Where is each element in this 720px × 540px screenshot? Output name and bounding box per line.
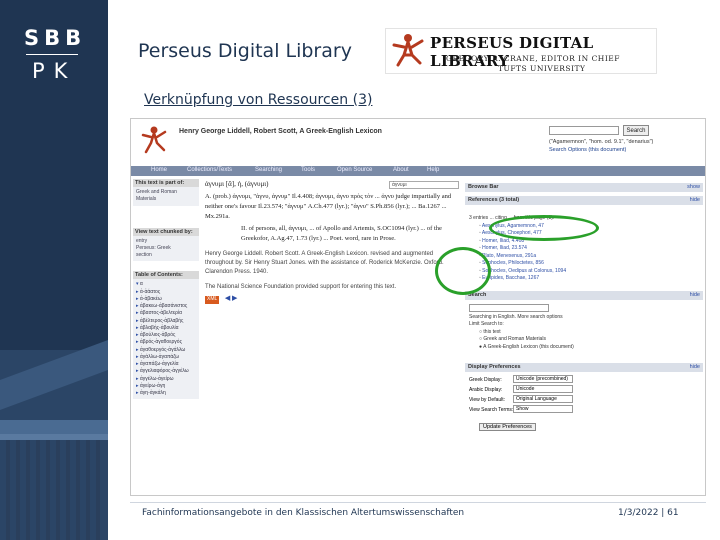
part-of-box: Greek and Roman Materials xyxy=(133,187,199,206)
toc-item[interactable]: ▸ ἀβέλτερος-ἀβλαβής xyxy=(136,318,196,325)
lexicon-entry: ἀγνυμι ἀγνυμι [ᾱ], ἡ, (ἀγνυμι) A. (prob.… xyxy=(205,179,461,495)
limit-radio-greek-roman[interactable]: ○ Greek and Roman Materials xyxy=(469,336,699,344)
highlight-oval-text-links xyxy=(435,247,491,295)
update-preferences-button[interactable]: Update Preferences xyxy=(479,423,536,431)
site-nav: Home Collections/Texts Searching Tools O… xyxy=(131,166,705,176)
browse-bar-heading: Browse Bar show xyxy=(465,183,703,192)
source-citation: Henry George Liddell. Robert Scott. A Gr… xyxy=(205,251,444,276)
pref-view-default: View by Default: Original Language xyxy=(465,395,703,405)
toc-item[interactable]: ▸ ἀγαθοεργός-ἀγάλλω xyxy=(136,347,196,354)
search-hint: ("Agamemnon", "hom. od. 9.1", "denarius"… xyxy=(549,139,654,145)
toc-item[interactable]: ▸ ἀγγελιαφόρος-ἀγγέλω xyxy=(136,368,196,375)
nav-open-source[interactable]: Open Source xyxy=(337,167,372,173)
sbb-sidebar: SBB PK xyxy=(0,0,108,540)
nav-searching[interactable]: Searching xyxy=(255,167,282,173)
toc-item[interactable]: ▸ ἀβαστος-ἀβελτερία xyxy=(136,310,196,317)
view-chunked-box: entry Perseus: Greek section xyxy=(133,235,199,262)
nav-home[interactable]: Home xyxy=(151,167,167,173)
toc-item[interactable]: ▸ ἀβρός-ἀγαθοεργός xyxy=(136,339,196,346)
perseus-screenshot: Henry George Liddell, Robert Scott, A Gr… xyxy=(130,118,706,496)
chunk-entry-link[interactable]: entry xyxy=(136,238,196,245)
xml-button[interactable]: XML xyxy=(205,296,220,304)
logo-divider xyxy=(26,54,78,55)
sense-2: II. of persons, all, ἀγνυμι, ... of Apol… xyxy=(241,225,442,243)
footer-text: Fachinformationsangebote in den Klassisc… xyxy=(142,508,465,518)
pref-arabic-display: Arabic Display: Unicode xyxy=(465,385,703,395)
reference-link[interactable]: ◦ Euripides, Bacchae, 1267 xyxy=(469,275,699,283)
pref-search-terms: View Search Terms: Show xyxy=(465,405,703,415)
left-column: This text is part of: Greek and Roman Ma… xyxy=(133,179,199,495)
chunk-section-link[interactable]: section xyxy=(136,252,196,259)
footer-date-page: 1/3/2022 | 61 xyxy=(618,508,679,518)
entry-search-input[interactable]: ἀγνυμι xyxy=(389,181,459,189)
search-language-note: Searching in English. More search option… xyxy=(469,313,563,320)
search-panel-heading: Search hide xyxy=(465,290,703,300)
building-photo xyxy=(0,310,108,540)
toc-item[interactable]: ▸ ἀ-ἀάατος xyxy=(136,289,196,296)
pref-greek-display: Greek Display: Unicode (precombined) xyxy=(465,375,703,385)
toc-list: ▾ α ▸ ἀ-ἀάατος ▸ ἀ-ἀβακέω ▸ ἀβακεω-ἀβασά… xyxy=(133,279,199,400)
toc-item[interactable]: ▸ ἀγάλλω-ἀγαπάζω xyxy=(136,354,196,361)
perseus-figure-icon xyxy=(392,34,424,67)
nav-help[interactable]: Help xyxy=(427,167,439,173)
banner-university: TUFTS UNIVERSITY xyxy=(498,64,586,73)
perseus-logo-icon xyxy=(141,126,167,154)
arabic-display-select[interactable]: Unicode xyxy=(513,385,573,393)
logo-top: SBB xyxy=(24,26,87,50)
site-search-input[interactable] xyxy=(549,126,619,135)
references-toggle[interactable]: hide xyxy=(690,197,700,203)
view-chunked-heading: View text chunked by: xyxy=(133,227,199,236)
slide-title: Perseus Digital Library xyxy=(138,40,352,62)
part-of-heading: This text is part of: xyxy=(133,179,199,187)
logo-bottom: PK xyxy=(32,59,77,83)
sbb-logo: SBB PK xyxy=(24,26,86,83)
search-panel-toggle[interactable]: hide xyxy=(690,292,700,298)
preferences-panel: Greek Display: Unicode (precombined) Ara… xyxy=(465,372,703,433)
toc-item[interactable]: ▸ ἀγγέλω-ἀγείρω xyxy=(136,376,196,383)
perseus-banner: PERSEUS DIGITAL LIBRARY GREGORY R. CRANE… xyxy=(385,28,657,74)
view-default-select[interactable]: Original Language xyxy=(513,395,573,403)
nav-collections[interactable]: Collections/Texts xyxy=(187,167,232,173)
slide-subtitle: Verknüpfung von Ressourcen (3) xyxy=(144,92,373,108)
limit-radio-this-text[interactable]: ○ this text xyxy=(469,329,699,337)
toc-item[interactable]: ▸ ἀγη-ἀγκάλη xyxy=(136,390,196,397)
nav-tools[interactable]: Tools xyxy=(301,167,315,173)
reference-link[interactable]: ◦ Plato, Menexenus, 291a xyxy=(469,253,699,261)
references-list: 3 entries ... citing ... from this page … xyxy=(465,205,703,285)
nav-about[interactable]: About xyxy=(393,167,409,173)
reference-link[interactable]: ◦ Homer, Iliad, 23.574 xyxy=(469,245,699,253)
site-search-button[interactable]: Search xyxy=(623,125,649,136)
search-panel: Searching in English. More search option… xyxy=(465,300,703,354)
funding-note: The National Science Foundation provided… xyxy=(205,284,397,291)
limit-radio-lexicon[interactable]: ● A Greek-English Lexicon (this document… xyxy=(469,344,699,352)
sense-1: A. (prob.) ἀγνυμι, "ἀγνυ, ἀγνυμ" Il.4.40… xyxy=(205,192,452,220)
limit-search-label: Limit Search to: xyxy=(469,321,504,327)
toc-heading: Table of Contents: xyxy=(133,271,199,280)
greek-display-select[interactable]: Unicode (precombined) xyxy=(513,375,573,383)
preferences-toggle[interactable]: hide xyxy=(690,364,700,370)
work-title: Henry George Liddell, Robert Scott, A Gr… xyxy=(179,128,382,135)
footer-divider xyxy=(130,502,706,503)
part-of-link[interactable]: Greek and Roman Materials xyxy=(136,189,196,204)
search-terms-select[interactable]: Show xyxy=(513,405,573,413)
banner-editor: GREGORY R. CRANE, EDITOR IN CHIEF xyxy=(446,54,620,63)
toc-item[interactable]: ▸ ἀβλαβής-ἀβουλία xyxy=(136,325,196,332)
toc-item[interactable]: ▾ α xyxy=(136,281,196,288)
preferences-heading: Display Preferences hide xyxy=(465,363,703,372)
search-options-link[interactable]: Search Options (this document) xyxy=(549,147,626,153)
reference-link[interactable]: ◦ Sophocles, Oedipus at Colonus, 1094 xyxy=(469,268,699,276)
reference-link[interactable]: ◦ Homer, Iliad, 4.408 xyxy=(469,238,699,246)
panel-search-input[interactable] xyxy=(469,303,549,312)
toc-item[interactable]: ▸ ἀ-ἀβακέω xyxy=(136,296,196,303)
toc-item[interactable]: ▸ ἀγείρω-ἀγη xyxy=(136,383,196,390)
prev-next-arrows-icon[interactable]: ◀ ▶ xyxy=(225,293,238,304)
chunk-greek-link[interactable]: Perseus: Greek xyxy=(136,245,196,252)
highlight-oval-references xyxy=(489,215,599,241)
browse-bar-toggle[interactable]: show xyxy=(687,184,700,190)
references-heading: References (3 total) hide xyxy=(465,196,703,205)
reference-link[interactable]: ◦ Sophocles, Philoctetes, 856 xyxy=(469,260,699,268)
